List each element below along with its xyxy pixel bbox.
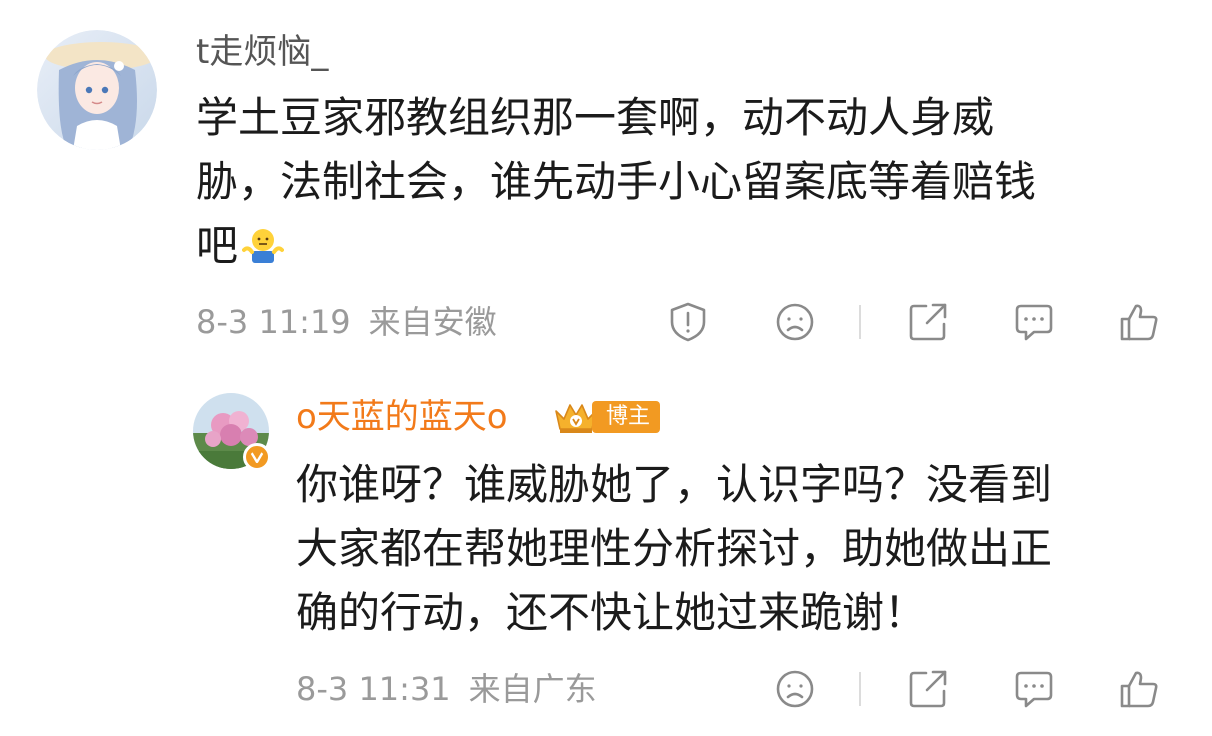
share-icon[interactable] xyxy=(904,298,952,346)
reply-username[interactable]: o天蓝的蓝天o xyxy=(296,397,508,437)
reply-timestamp: 8-3 11:31 xyxy=(296,670,451,708)
blogger-badge-label: 博主 xyxy=(592,401,661,433)
comment-text-line-wrap: 吧 xyxy=(196,214,1156,278)
comment-username[interactable]: t走烦恼_ xyxy=(196,32,328,72)
like-icon[interactable] xyxy=(1115,665,1163,713)
dislike-face-icon[interactable] xyxy=(771,665,819,713)
comment-text: 学土豆家邪教组织那一套啊，动不动人身威 胁，法制社会，谁先动手小心留案底等着赔钱… xyxy=(196,86,1156,278)
avatar[interactable] xyxy=(37,30,157,150)
reply-item: o天蓝的蓝天o 博主 你谁呀？谁威胁她了，认识字吗？没看到 大家都在帮她理性分析… xyxy=(0,375,1212,736)
reply-text: 你谁呀？谁威胁她了，认识字吗？没看到 大家都在帮她理性分析探讨，助她做出正 确的… xyxy=(296,453,1166,645)
blogger-badge: 博主 xyxy=(552,397,661,437)
comment-meta: 8-3 11:19 来自安徽 xyxy=(196,302,497,342)
anime-girl-avatar-image xyxy=(37,30,157,150)
comment-text-line: 学土豆家邪教组织那一套啊，动不动人身威 xyxy=(196,93,995,142)
reply-text-line: 大家都在帮她理性分析探讨，助她做出正 xyxy=(296,524,1053,573)
comment-item: t走烦恼_ 学土豆家邪教组织那一套啊，动不动人身威 胁，法制社会，谁先动手小心留… xyxy=(0,0,1212,360)
report-icon[interactable] xyxy=(664,298,712,346)
comment-icon[interactable] xyxy=(1010,298,1058,346)
like-icon[interactable] xyxy=(1115,298,1163,346)
shrug-emoji-icon xyxy=(242,220,285,284)
comment-text-line: 胁，法制社会，谁先动手小心留案底等着赔钱 xyxy=(196,157,1037,206)
comment-location: 来自安徽 xyxy=(368,303,497,341)
avatar[interactable] xyxy=(193,393,271,471)
action-divider xyxy=(859,305,861,339)
dislike-face-icon[interactable] xyxy=(771,298,819,346)
comment-icon[interactable] xyxy=(1010,665,1058,713)
reply-meta: 8-3 11:31 来自广东 xyxy=(296,669,597,709)
comment-thread: t走烦恼_ 学土豆家邪教组织那一套啊，动不动人身威 胁，法制社会，谁先动手小心留… xyxy=(0,0,1212,736)
comment-timestamp: 8-3 11:19 xyxy=(196,303,351,341)
comment-text-line: 吧 xyxy=(196,221,239,270)
verified-badge-icon xyxy=(243,443,271,471)
reply-text-line: 确的行动，还不快让她过来跪谢！ xyxy=(296,588,927,637)
action-divider xyxy=(859,672,861,706)
reply-text-line: 你谁呀？谁威胁她了，认识字吗？没看到 xyxy=(296,460,1053,509)
reply-location: 来自广东 xyxy=(468,670,597,708)
share-icon[interactable] xyxy=(904,665,952,713)
